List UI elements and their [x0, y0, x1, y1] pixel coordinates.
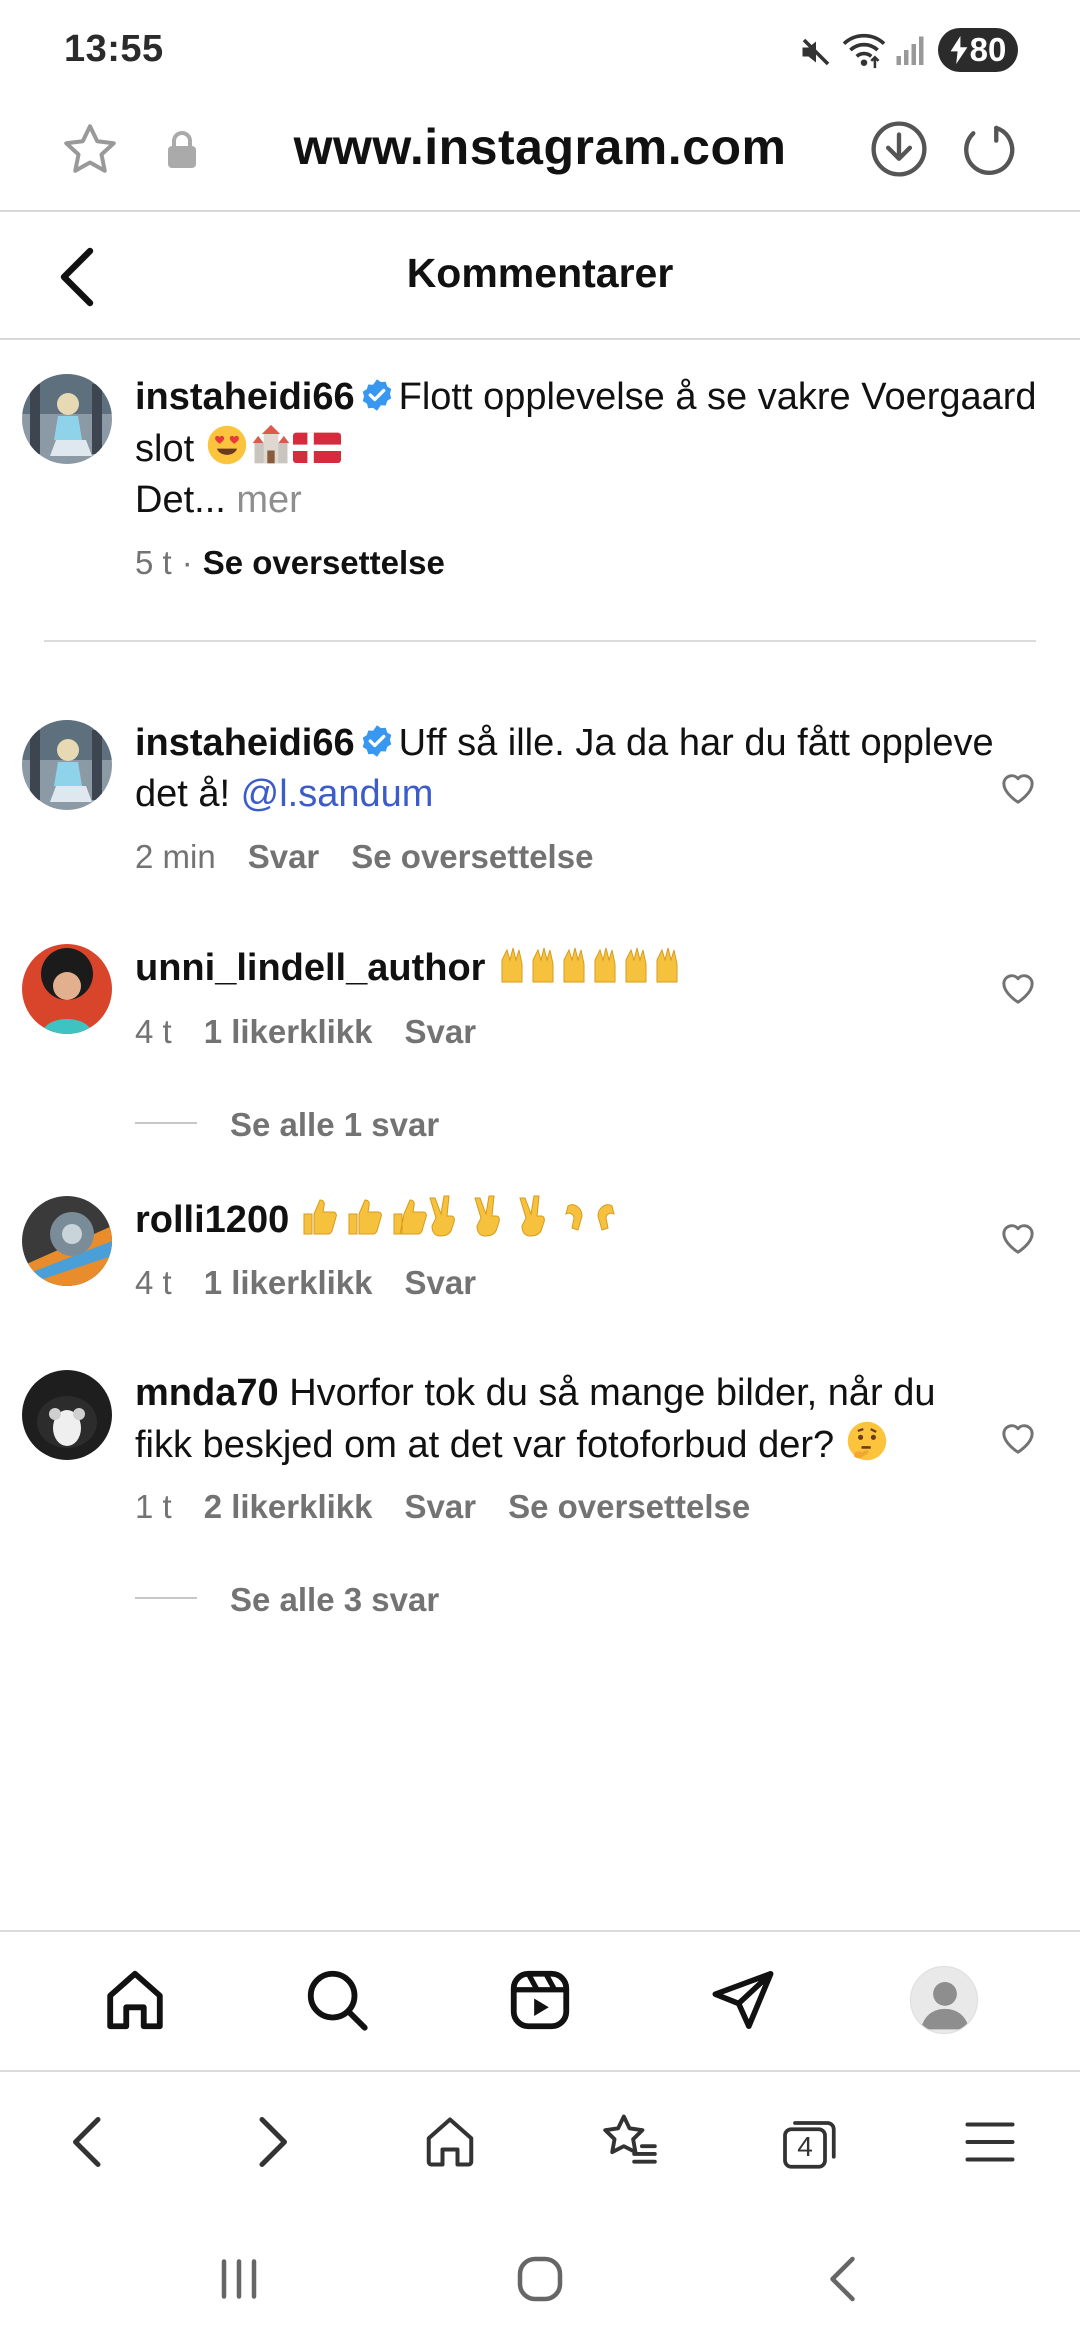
view-replies-button[interactable]: Se alle 1 svar — [230, 1106, 439, 1144]
like-heart-icon[interactable] — [998, 968, 1038, 1008]
thinking-face-emoji-icon — [845, 1419, 889, 1463]
download-icon[interactable] — [870, 120, 928, 178]
like-heart-icon[interactable] — [998, 1418, 1038, 1458]
reply-button[interactable]: Svar — [405, 1013, 477, 1051]
likes-count[interactable]: 2 likerklikk — [204, 1488, 373, 1526]
replies-line — [135, 1597, 197, 1599]
reply-button[interactable]: Svar — [248, 838, 320, 876]
caption-meta: 5 t · Se oversettelse — [135, 544, 477, 582]
comment-meta: 2 min Svar Se oversettelse — [135, 838, 625, 876]
tab-count: 4 — [797, 2131, 813, 2162]
see-translation-link[interactable]: Se oversettelse — [351, 838, 593, 876]
comment-time: 4 t — [135, 1264, 172, 1301]
comment-text: unni_lindell_author — [135, 942, 995, 994]
comment-text: rolli1200 — [135, 1194, 995, 1246]
comment-time: 2 min — [135, 838, 216, 875]
avatar[interactable] — [22, 720, 112, 810]
see-translation-link[interactable]: Se oversettelse — [508, 1488, 750, 1526]
comment-meta: 1 t 2 likerklikk Svar Se oversettelse — [135, 1488, 782, 1526]
avatar[interactable] — [22, 1370, 112, 1460]
system-home-icon[interactable] — [515, 2254, 565, 2304]
status-time: 13:55 — [64, 28, 164, 70]
reels-icon[interactable] — [505, 1965, 575, 2035]
direct-message-icon[interactable] — [708, 1965, 778, 2035]
see-translation-link[interactable]: Se oversettelse — [203, 544, 445, 582]
castle-emoji-icon — [249, 423, 293, 467]
view-replies-button[interactable]: Se alle 3 svar — [230, 1581, 439, 1619]
charging-icon — [950, 36, 968, 64]
raising-hands-emoji-icon — [496, 942, 682, 986]
comment-meta: 4 t 1 likerklikk Svar — [135, 1013, 508, 1051]
comment-username[interactable]: mnda70 — [135, 1372, 279, 1414]
home-icon[interactable] — [100, 1965, 170, 2035]
comment-meta: 4 t 1 likerklikk Svar — [135, 1264, 508, 1302]
comment-text: mnda70 Hvorfor tok du så mange bilder, n… — [135, 1368, 995, 1471]
battery-level: 80 — [969, 31, 1007, 68]
bottom-nav — [0, 1930, 1080, 2070]
comment-username[interactable]: instaheidi66 — [135, 722, 355, 764]
comment-text: instaheidi66 Uff så ille. Ja da har du få… — [135, 718, 995, 820]
more-link[interactable]: mer — [236, 479, 301, 521]
like-heart-icon[interactable] — [998, 1218, 1038, 1258]
likes-count[interactable]: 1 likerklikk — [204, 1013, 373, 1051]
bookmarks-icon[interactable] — [598, 2110, 660, 2172]
reply-button[interactable]: Svar — [405, 1264, 477, 1302]
heart-eyes-emoji-icon — [205, 423, 249, 467]
reply-button[interactable]: Svar — [405, 1488, 477, 1526]
caption-truncated-text: Det... — [135, 479, 226, 521]
battery-indicator: 80 — [938, 28, 1018, 72]
menu-icon[interactable] — [962, 2112, 1018, 2172]
profile-icon[interactable] — [910, 1966, 978, 2034]
avatar[interactable] — [22, 944, 112, 1034]
caption-divider — [44, 640, 1036, 642]
browser-home-icon[interactable] — [420, 2112, 480, 2172]
mention-link[interactable]: @l.sandum — [241, 773, 434, 815]
comment-username[interactable]: rolli1200 — [135, 1199, 289, 1241]
comment-time: 4 t — [135, 1013, 172, 1050]
mute-icon — [802, 38, 830, 66]
recent-apps-icon[interactable] — [214, 2254, 264, 2304]
browser-back-icon[interactable] — [62, 2112, 114, 2172]
system-nav — [0, 2230, 1080, 2340]
like-heart-icon[interactable] — [998, 768, 1038, 808]
denmark-flag-emoji-icon — [292, 427, 341, 467]
thumbs-up-and-victory-emoji-icon — [300, 1194, 622, 1238]
signal-icon — [896, 36, 924, 65]
replies-line — [135, 1122, 197, 1124]
verified-badge-icon — [362, 379, 391, 411]
likes-count[interactable]: 1 likerklikk — [204, 1264, 373, 1302]
url-bar-divider — [0, 210, 1080, 212]
caption-username[interactable]: instaheidi66 — [135, 376, 355, 418]
caption-text: instaheidi66 Flott opplevelse å se vakre … — [135, 372, 1065, 526]
search-icon[interactable] — [302, 1965, 372, 2035]
wifi-icon — [842, 33, 886, 69]
avatar[interactable] — [22, 374, 112, 464]
verified-badge-icon — [362, 725, 391, 757]
comment-time: 1 t — [135, 1488, 172, 1525]
browser-nav: 4 — [0, 2072, 1080, 2212]
browser-forward-icon[interactable] — [246, 2112, 298, 2172]
comment-username[interactable]: unni_lindell_author — [135, 947, 485, 989]
tabs-icon[interactable]: 4 — [780, 2114, 840, 2172]
system-back-icon[interactable] — [820, 2254, 870, 2304]
page-title: Kommentarer — [406, 250, 674, 296]
header-divider — [0, 338, 1080, 340]
caption-time: 5 t — [135, 544, 172, 581]
meta-separator: · — [181, 544, 193, 581]
reload-icon[interactable] — [960, 120, 1018, 178]
avatar[interactable] — [22, 1196, 112, 1286]
